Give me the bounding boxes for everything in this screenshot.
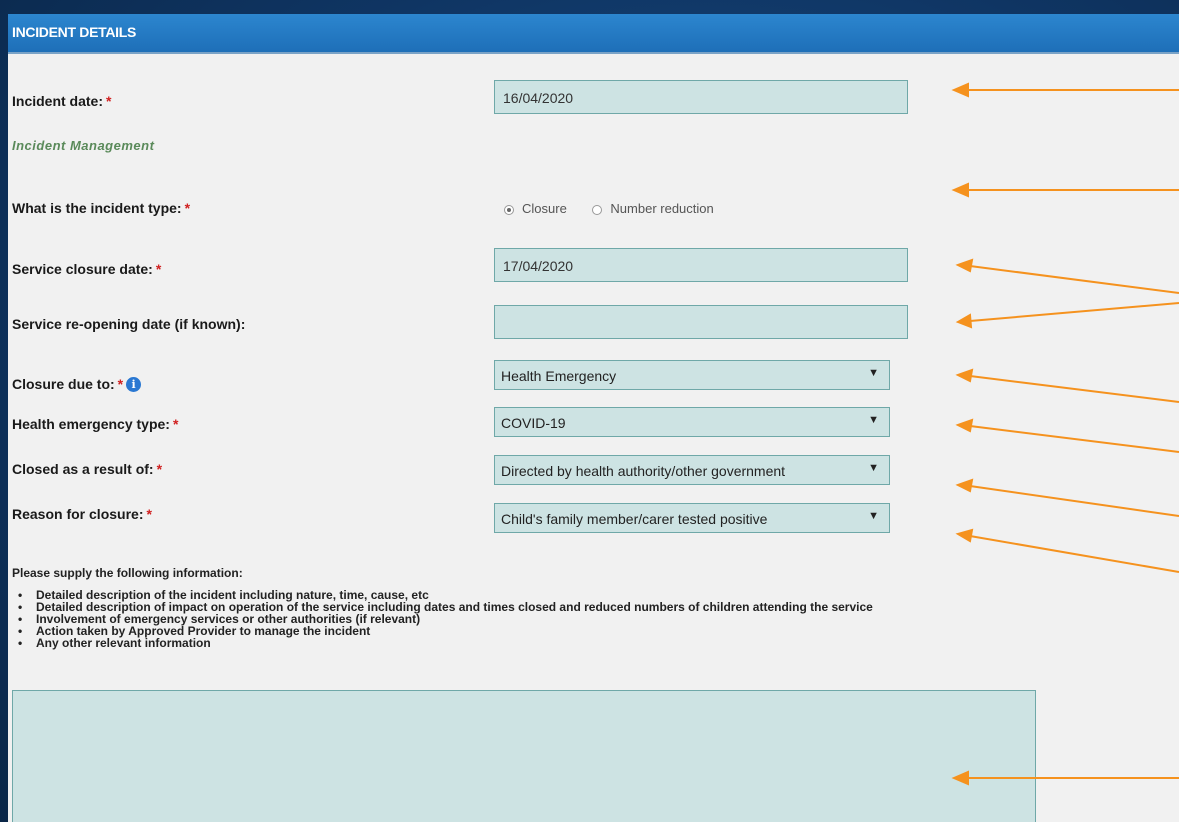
service-closure-date-label: Service closure date: * <box>12 261 162 277</box>
info-icon[interactable]: i <box>126 377 142 392</box>
incident-details-panel: INCIDENT DETAILS Incident date: * 16/04/2… <box>8 14 1179 822</box>
dropdown-arrow-icon: ▼ <box>868 510 879 522</box>
radio-closure[interactable]: Closure <box>504 201 567 216</box>
required-mark: * <box>106 93 112 109</box>
required-mark: * <box>117 376 124 392</box>
radio-selected-icon <box>504 204 514 215</box>
dropdown-arrow-icon: ▼ <box>868 414 879 426</box>
service-reopening-date-label: Service re-opening date (if known): <box>12 316 246 332</box>
incident-type-radio-group: Closure Number reduction <box>504 201 736 216</box>
closed-result-of-select[interactable]: Directed by health authority/other gover… <box>494 455 890 485</box>
required-mark: * <box>155 261 162 277</box>
closure-due-to-select[interactable]: Health Emergency ▼ <box>494 360 890 390</box>
panel-title: INCIDENT DETAILS <box>12 24 137 40</box>
incident-description-textarea[interactable] <box>12 690 1036 822</box>
incident-date-label: Incident date: * <box>12 93 112 109</box>
health-emergency-type-select[interactable]: COVID-19 ▼ <box>494 407 890 437</box>
screenshot-frame: INCIDENT DETAILS Incident date: * 16/04/2… <box>0 0 1179 822</box>
list-item: Any other relevant information <box>18 637 873 649</box>
closure-due-to-label: Closure due to: * i <box>12 376 142 392</box>
required-mark: * <box>172 416 179 432</box>
radio-number-reduction[interactable]: Number reduction <box>592 201 714 216</box>
service-reopening-date-input[interactable] <box>494 305 908 339</box>
incident-date-input[interactable]: 16/04/2020 <box>494 80 908 114</box>
reason-for-closure-select[interactable]: Child's family member/carer tested posit… <box>494 503 890 533</box>
panel-header: INCIDENT DETAILS <box>8 14 1179 54</box>
radio-empty-icon <box>592 204 603 215</box>
incident-management-section-title: Incident Management <box>12 138 155 153</box>
health-emergency-type-label: Health emergency type: * <box>12 416 179 432</box>
required-mark: * <box>184 200 191 216</box>
dropdown-arrow-icon: ▼ <box>868 367 879 379</box>
reason-for-closure-label: Reason for closure: * <box>12 506 152 522</box>
service-closure-date-input[interactable]: 17/04/2020 <box>494 248 908 282</box>
dropdown-arrow-icon: ▼ <box>868 462 879 474</box>
instructions-list: Detailed description of the incident inc… <box>18 589 873 649</box>
required-mark: * <box>156 461 163 477</box>
instructions-intro: Please supply the following information: <box>12 566 243 580</box>
incident-type-label: What is the incident type: * <box>12 200 191 216</box>
required-mark: * <box>146 506 152 522</box>
closed-result-of-label: Closed as a result of: * <box>12 461 163 477</box>
